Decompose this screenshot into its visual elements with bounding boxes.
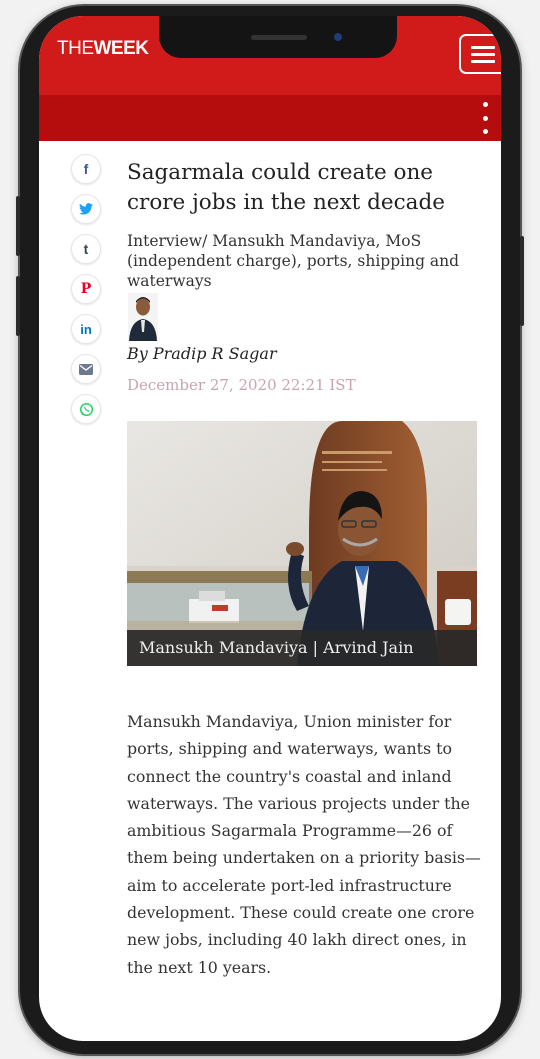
- logo-the: THE: [57, 38, 94, 59]
- phone-screen: THEWEEK f t P in Sagarmala could create …: [39, 16, 501, 1041]
- phone-power-button: [520, 236, 524, 326]
- menu-bar: [471, 52, 495, 56]
- tumblr-icon[interactable]: t: [71, 234, 101, 264]
- email-icon[interactable]: [71, 354, 101, 384]
- dot: [482, 102, 488, 107]
- dot: [482, 115, 488, 121]
- article-byline[interactable]: By Pradip R Sagar: [127, 344, 277, 363]
- menu-bar: [471, 45, 495, 49]
- article-photo[interactable]: Mansukh Mandaviya | Arvind Jain: [127, 421, 477, 666]
- phone-side-button: [16, 196, 20, 256]
- facebook-icon[interactable]: f: [71, 154, 101, 184]
- menu-bar: [471, 59, 495, 63]
- front-camera: [334, 33, 342, 41]
- share-bar: f t P in: [71, 154, 101, 434]
- article-subtitle: Interview/ Mansukh Mandaviya, MoS (indep…: [127, 232, 460, 290]
- site-logo[interactable]: THEWEEK: [57, 38, 149, 60]
- speaker-grille: [251, 35, 307, 40]
- vertical-ellipsis-icon[interactable]: [479, 102, 491, 134]
- pinterest-icon[interactable]: P: [71, 274, 101, 304]
- phone-notch: [159, 16, 397, 58]
- article-body: Mansukh Mandaviya, Union minister for po…: [127, 712, 481, 977]
- linkedin-icon[interactable]: in: [71, 314, 101, 344]
- article-date: December 27, 2020 22:21 IST: [127, 376, 356, 394]
- dot: [482, 129, 488, 134]
- author-avatar: [128, 293, 158, 341]
- logo-week: WEEK: [93, 38, 150, 59]
- phone-side-button: [16, 276, 20, 336]
- article-title: Sagarmala could create one crore jobs in…: [127, 160, 445, 215]
- whatsapp-icon[interactable]: [71, 394, 101, 424]
- twitter-icon[interactable]: [71, 194, 101, 224]
- hamburger-menu-icon[interactable]: [459, 34, 501, 74]
- section-bar: [39, 95, 501, 141]
- photo-caption: Mansukh Mandaviya | Arvind Jain: [127, 630, 477, 666]
